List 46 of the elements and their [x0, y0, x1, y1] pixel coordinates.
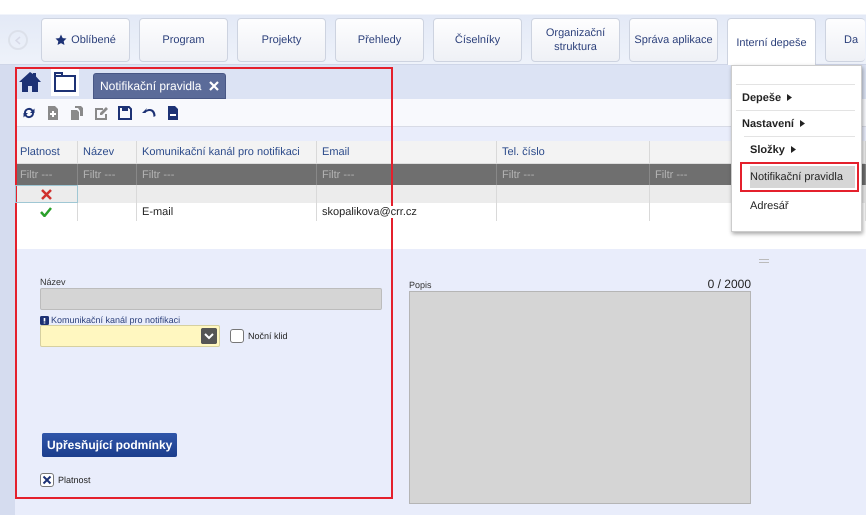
home-icon[interactable] [19, 71, 41, 93]
info-icon [40, 316, 49, 324]
nav-button[interactable]: Program [139, 18, 228, 62]
field-label: Komunikační kanál pro notifikaci [51, 315, 180, 325]
nav-button[interactable]: Přehledy [335, 18, 424, 62]
save-icon[interactable] [117, 104, 133, 120]
field-label: Popis [409, 280, 432, 291]
column-header[interactable]: Tel. číslo [497, 141, 650, 163]
menu-item[interactable]: Adresář [744, 192, 855, 218]
checkbox[interactable] [230, 329, 244, 343]
chevron-down-icon [201, 328, 217, 344]
tab[interactable]: Notifikační pravidla [93, 73, 226, 99]
check-icon [40, 207, 52, 217]
column-header[interactable]: Email [317, 141, 497, 163]
caret-icon [787, 94, 792, 101]
splitter-handle[interactable] [759, 259, 769, 263]
checkbox-label: Platnost [58, 475, 91, 485]
checkbox[interactable] [40, 473, 54, 487]
column-header[interactable]: Název [78, 141, 137, 163]
menu-item[interactable]: Notifikační pravidla [740, 162, 859, 192]
cross-icon [40, 188, 52, 200]
nav-button[interactable]: Organizační struktura [531, 18, 620, 62]
field-label: Název [40, 277, 67, 288]
star-icon [55, 34, 68, 46]
nav-button[interactable]: Správa aplikace [629, 18, 718, 62]
caret-icon [800, 120, 805, 127]
column-header[interactable]: Komunikační kanál pro notifikaci [137, 141, 317, 163]
table-cell: skopalikova@crr.cz [317, 203, 497, 221]
caret-icon [790, 146, 796, 153]
conditions-button[interactable]: Upřesňující podmínky [42, 433, 178, 457]
dropdown-field[interactable] [40, 325, 220, 347]
input-field[interactable] [40, 288, 382, 310]
nav-button[interactable]: Da [825, 18, 865, 62]
close-icon[interactable] [209, 81, 220, 91]
character-counter: 0 / 2000 [708, 277, 751, 291]
nav-button[interactable]: Projekty [237, 18, 326, 62]
checkbox-label: Noční klid [248, 331, 288, 341]
column-header[interactable]: Platnost [15, 141, 78, 163]
remove-document-icon[interactable] [165, 104, 181, 120]
table-cell: E-mail [137, 203, 317, 221]
nav-button[interactable]: Oblíbené [41, 18, 130, 62]
folder-icon[interactable] [54, 72, 76, 92]
menu-item[interactable]: Nastavení [736, 110, 855, 136]
menu-item[interactable]: Depeše [736, 84, 855, 110]
nav-button[interactable]: Interní depeše [727, 18, 816, 66]
nav-button[interactable]: Číselníky [433, 18, 522, 62]
